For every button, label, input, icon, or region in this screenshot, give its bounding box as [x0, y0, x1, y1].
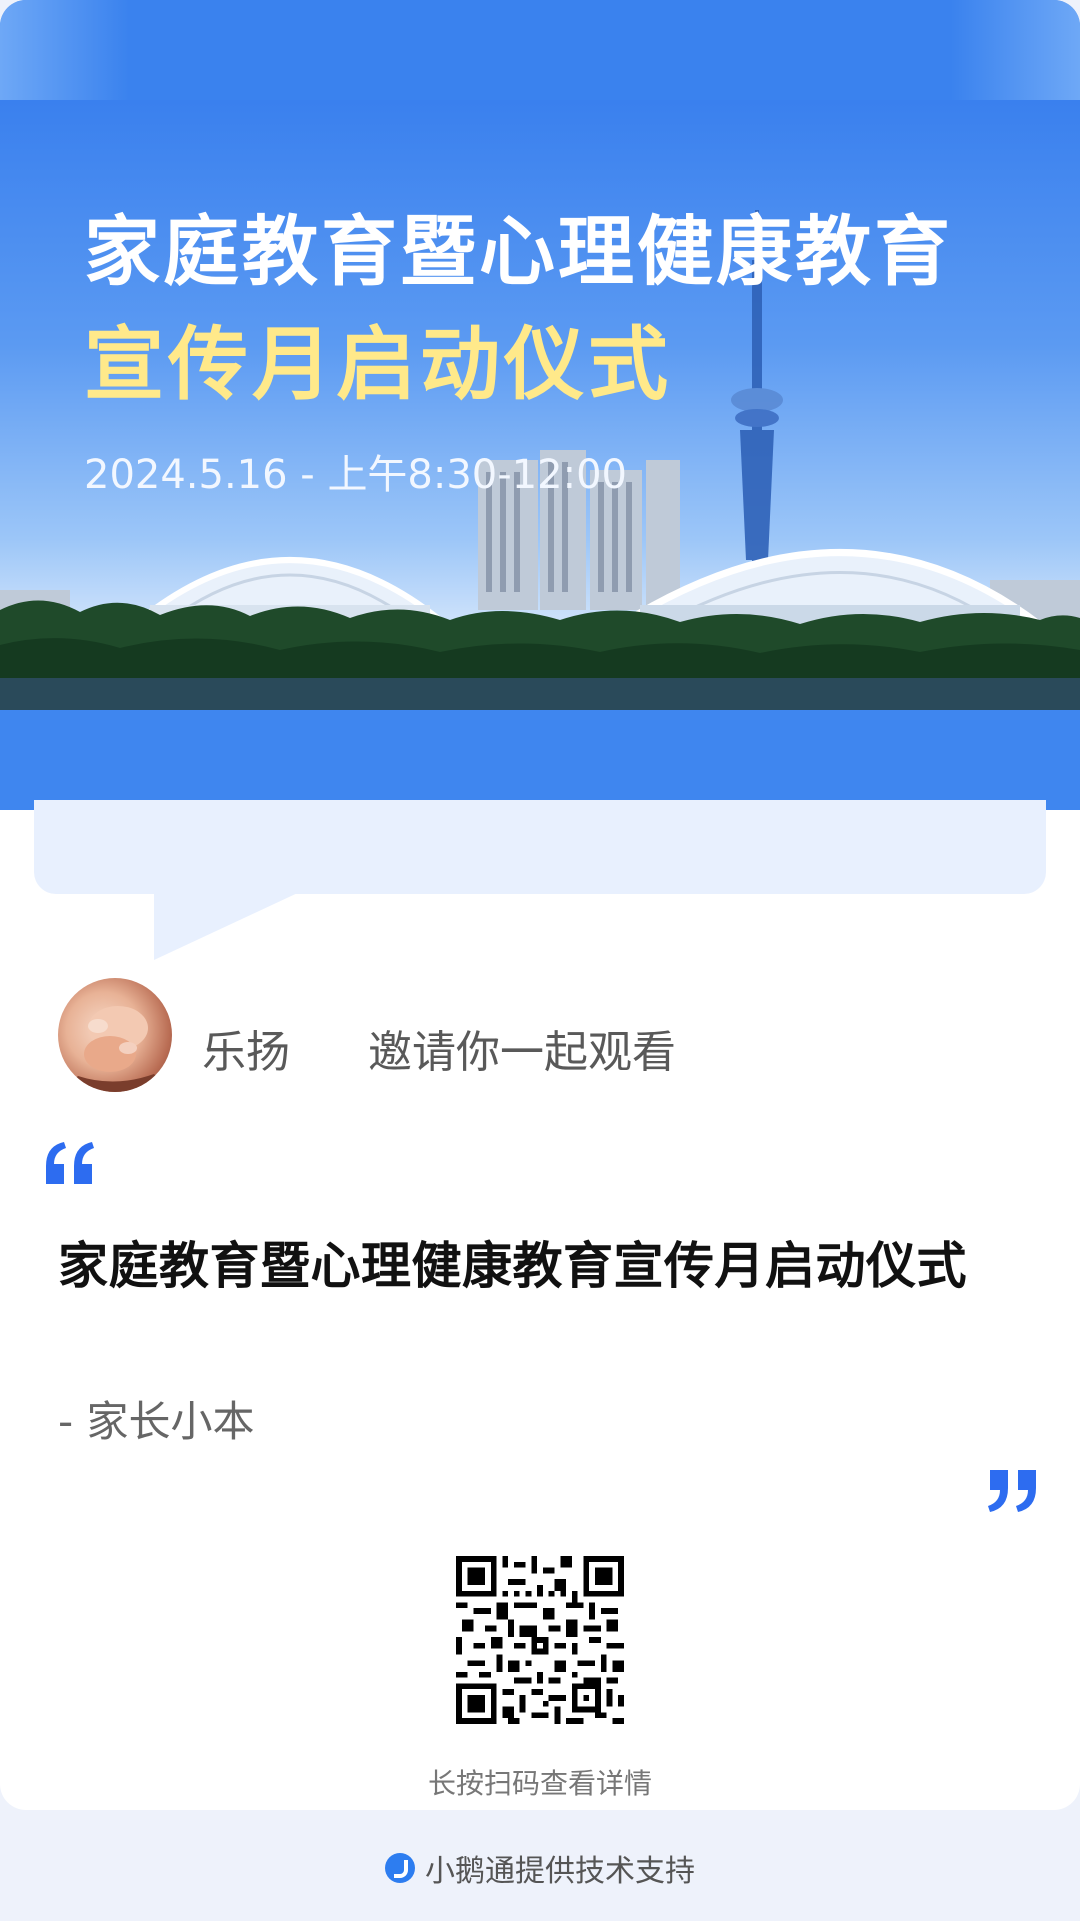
inviter-name: 乐扬 [202, 1027, 290, 1078]
hero-bottom-band [0, 710, 1080, 810]
xiaoe-logo-icon [385, 1853, 415, 1883]
footer-attribution: 小鹅通提供技术支持 [0, 1842, 1080, 1894]
speech-bubble [34, 800, 1046, 894]
qr-caption: 长按扫码查看详情 [427, 1767, 652, 1800]
quote-author: - 家长小本 [58, 1397, 255, 1446]
quote-title: 家庭教育暨心理健康教育宣传月启动仪式 [58, 1237, 967, 1295]
hero-title-line-1: 家庭教育暨心理健康教育 [84, 207, 953, 296]
avatar-baby-hands-photo [58, 1006, 172, 1092]
qr-code[interactable] [456, 1556, 624, 1724]
close-quote-icon [988, 1470, 1036, 1512]
invite-message: 邀请你一起观看 [368, 1027, 676, 1078]
avatar [58, 978, 172, 1092]
hero-title-line-2: 宣传月启动仪式 [84, 318, 672, 411]
hero-date: 2024.5.16 - 上午8:30-12:00 [84, 452, 627, 498]
hero-top-bar [0, 0, 1080, 100]
speech-bubble-tail [154, 890, 304, 960]
open-quote-icon [46, 1142, 94, 1184]
share-card: 家庭教育暨心理健康教育 宣传月启动仪式 2024.5.16 - 上午8:30-1… [0, 0, 1080, 1810]
footer-text: 小鹅通提供技术支持 [425, 1854, 695, 1889]
hero-banner: 家庭教育暨心理健康教育 宣传月启动仪式 2024.5.16 - 上午8:30-1… [0, 0, 1080, 810]
